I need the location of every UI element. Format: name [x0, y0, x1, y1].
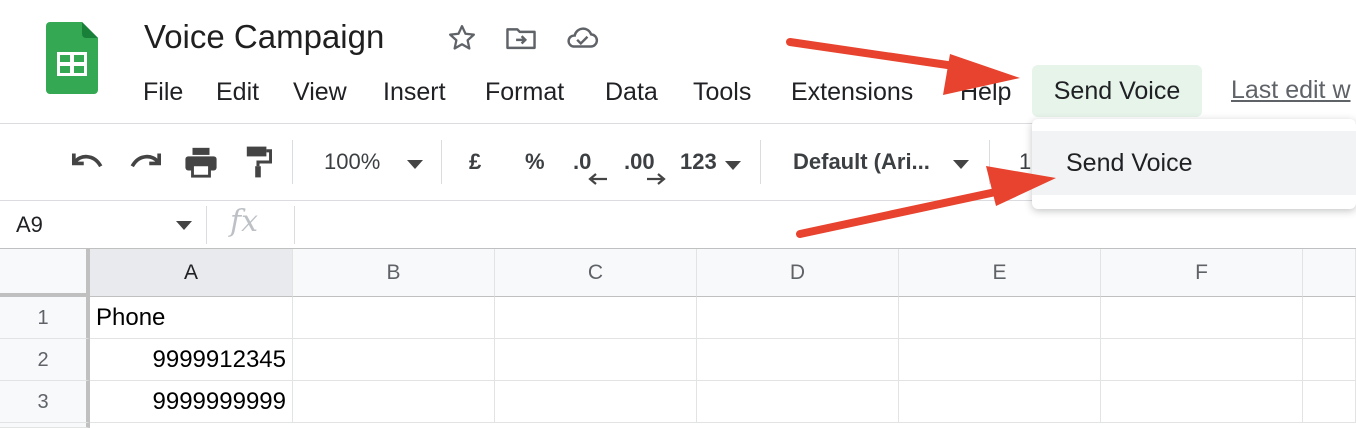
cell-c2[interactable] [495, 339, 697, 381]
cell-e2[interactable] [899, 339, 1101, 381]
cloud-saved-icon[interactable] [564, 20, 600, 56]
number-format-select[interactable]: 123 [680, 145, 717, 179]
font-size-input[interactable]: 1 [1019, 145, 1031, 179]
column-header-c-label: C [587, 261, 604, 284]
formula-bar-divider [294, 206, 295, 244]
cell-f2[interactable] [1101, 339, 1303, 381]
zoom-chevron-down-icon[interactable] [407, 157, 423, 175]
font-chevron-down-icon[interactable] [953, 157, 969, 175]
column-header-a[interactable]: A [90, 249, 293, 297]
column-header-e[interactable]: E [899, 249, 1101, 297]
toolbar-divider [760, 140, 761, 184]
menu-extensions[interactable]: Extensions [791, 72, 913, 112]
column-header-b[interactable]: B [293, 249, 495, 297]
cell-g1[interactable] [1303, 297, 1356, 339]
last-edit-link[interactable]: Last edit w [1231, 72, 1351, 108]
row-header-4[interactable] [0, 423, 90, 428]
cell-a3[interactable]: 9999999999 [90, 381, 293, 423]
menu-data[interactable]: Data [605, 72, 658, 112]
dropdown-item-send-voice[interactable]: Send Voice [1032, 131, 1356, 195]
cell-b1[interactable] [293, 297, 495, 339]
cell-e3[interactable] [899, 381, 1101, 423]
font-family-select[interactable]: Default (Ari... [793, 145, 930, 179]
row-header-1[interactable]: 1 [0, 297, 90, 339]
formula-bar-divider [206, 206, 207, 244]
undo-icon[interactable] [68, 142, 108, 182]
menu-insert[interactable]: Insert [383, 72, 446, 112]
menu-edit[interactable]: Edit [216, 72, 259, 112]
toolbar-divider [292, 140, 293, 184]
menu-tools[interactable]: Tools [693, 72, 751, 112]
cell-g2[interactable] [1303, 339, 1356, 381]
redo-icon[interactable] [125, 142, 165, 182]
number-format-chevron-down-icon[interactable] [725, 158, 741, 176]
toolbar-divider [989, 140, 990, 184]
row-header-2[interactable]: 2 [0, 339, 90, 381]
cell-b2[interactable] [293, 339, 495, 381]
cell-e1[interactable] [899, 297, 1101, 339]
currency-format-button[interactable]: £ [469, 145, 481, 179]
fx-icon: fx [230, 204, 259, 239]
print-icon[interactable] [181, 142, 221, 182]
cell-a2[interactable]: 9999912345 [90, 339, 293, 381]
cell-c3[interactable] [495, 381, 697, 423]
select-all-corner[interactable] [0, 249, 90, 297]
cell-b3[interactable] [293, 381, 495, 423]
paint-format-icon[interactable] [238, 142, 278, 182]
cell-g3[interactable] [1303, 381, 1356, 423]
menu-send-voice[interactable]: Send Voice [1032, 65, 1202, 117]
arrow-right-icon [646, 172, 666, 190]
cell-f1[interactable] [1101, 297, 1303, 339]
menu-file[interactable]: File [143, 72, 183, 112]
cell-d2[interactable] [697, 339, 899, 381]
zoom-select[interactable]: 100% [324, 145, 380, 179]
menu-view[interactable]: View [293, 72, 347, 112]
name-box[interactable]: A9 [16, 209, 43, 241]
column-header-partial[interactable] [1303, 249, 1356, 297]
cell-c1[interactable] [495, 297, 697, 339]
name-box-chevron-down-icon[interactable] [176, 218, 192, 236]
column-header-f[interactable]: F [1101, 249, 1303, 297]
column-header-d[interactable]: D [697, 249, 899, 297]
column-header-c[interactable]: C [495, 249, 1182, 297]
row-header-3[interactable]: 3 [0, 381, 90, 423]
google-sheets-icon[interactable] [46, 22, 98, 94]
toolbar-divider [441, 140, 442, 184]
cell-f3[interactable] [1101, 381, 1303, 423]
send-voice-dropdown-menu: Send Voice [1032, 119, 1356, 209]
percent-format-button[interactable]: % [525, 145, 545, 179]
cell-d3[interactable] [697, 381, 899, 423]
spreadsheet-grid: A B C D E F 1 Phone 2 9999912345 3 99999… [0, 249, 1356, 428]
move-to-folder-icon[interactable] [503, 20, 539, 56]
star-icon[interactable] [444, 20, 480, 56]
document-title[interactable]: Voice Campaign [144, 18, 384, 56]
menu-format[interactable]: Format [485, 72, 564, 112]
menu-help[interactable]: Help [960, 72, 1011, 112]
arrow-left-icon [588, 172, 608, 190]
cell-d1[interactable] [697, 297, 899, 339]
cell-a1[interactable]: Phone [90, 297, 293, 339]
